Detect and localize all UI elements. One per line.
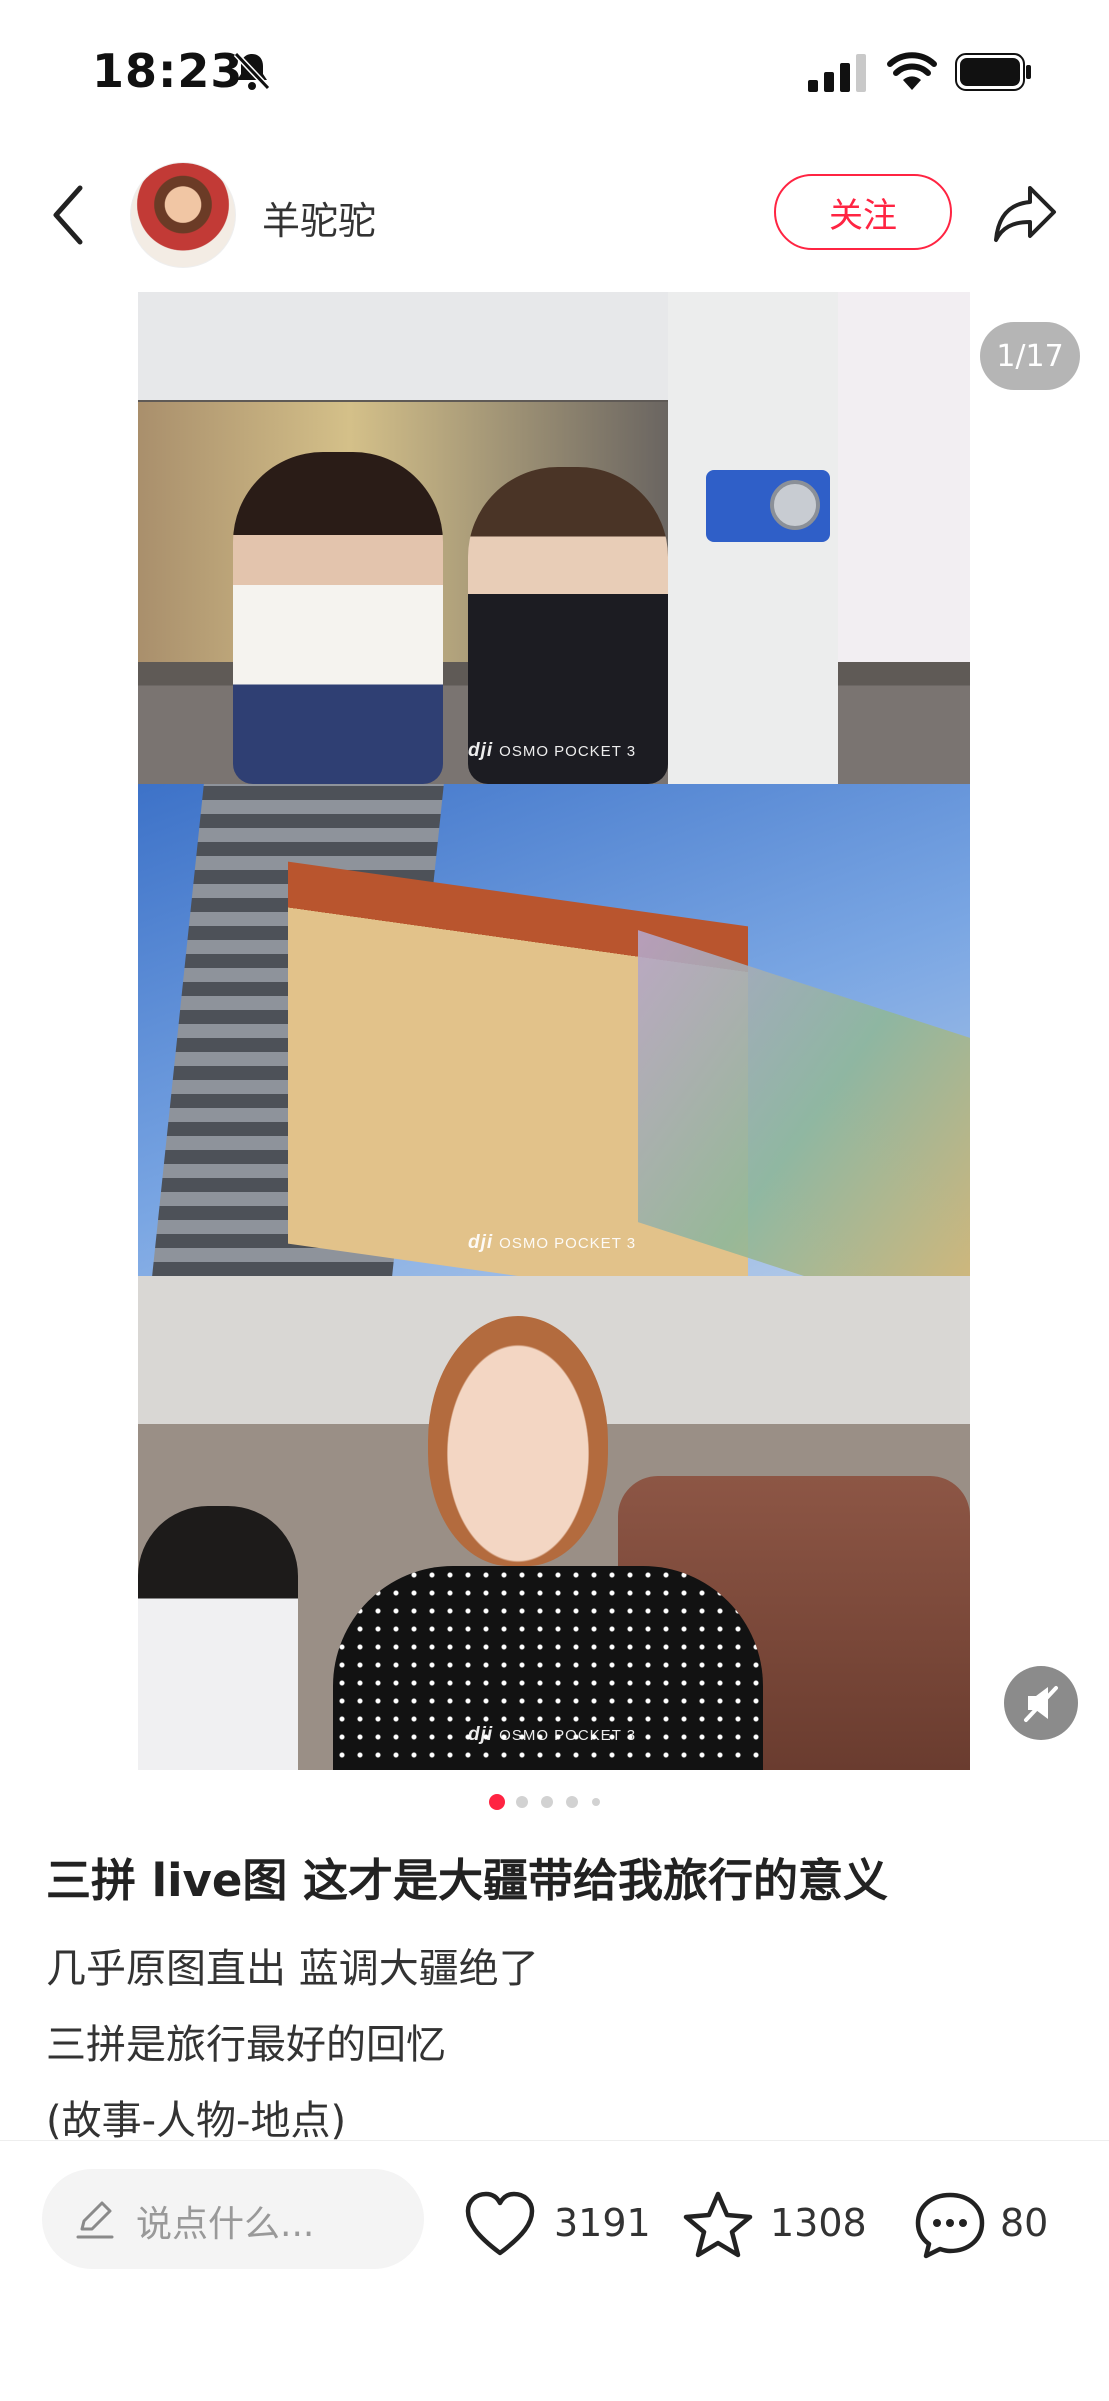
author-name[interactable]: 羊驼驼	[262, 190, 376, 245]
follow-button[interactable]: 关注	[774, 174, 952, 250]
portrait-face	[428, 1316, 608, 1566]
signal-icon	[808, 54, 866, 92]
status-time: 18:23	[92, 44, 244, 98]
share-arrow-icon[interactable]	[990, 182, 1060, 246]
photo-storefront: dji OSMO POCKET 3	[138, 292, 970, 784]
carousel-dot	[516, 1796, 528, 1808]
note-image-carousel[interactable]: dji OSMO POCKET 3 dji OSMO POCKET 3 dji OSM…	[138, 292, 970, 1770]
comment-input[interactable]: 说点什么...	[42, 2169, 424, 2269]
heart-icon	[465, 2191, 535, 2256]
carousel-dot-active	[489, 1794, 505, 1810]
bell-slash-icon	[233, 51, 271, 91]
bottom-action-bar: 说点什么... 3191 1308 80	[0, 2140, 1109, 2401]
carousel-dot	[566, 1796, 578, 1808]
note-header: 羊驼驼 关注	[0, 150, 1109, 280]
passenger-child	[138, 1506, 298, 1770]
mute-button[interactable]	[1004, 1666, 1078, 1740]
shop-sign	[838, 292, 970, 662]
note-description-line: (故事-人物-地点)	[46, 2098, 347, 2144]
person-left	[233, 452, 443, 784]
star-icon	[683, 2191, 753, 2258]
speaker-mute-icon	[1024, 1686, 1058, 1722]
mural-wall	[638, 930, 970, 1276]
person-right	[468, 467, 668, 784]
status-bar: 18:23	[0, 0, 1109, 140]
battery-icon	[955, 53, 1031, 91]
carousel-dot	[541, 1796, 553, 1808]
comment-count: 80	[1000, 2201, 1049, 2245]
wall-camera-prop	[706, 470, 830, 542]
chevron-left-icon[interactable]	[46, 180, 90, 250]
photo-watermark: dji OSMO POCKET 3	[468, 740, 637, 761]
photo-watermark: dji OSMO POCKET 3	[468, 1724, 637, 1745]
photo-street: dji OSMO POCKET 3	[138, 784, 970, 1276]
avatar[interactable]	[130, 162, 236, 268]
note-title: 三拼 live图 这才是大疆带给我旅行的意义	[46, 1854, 889, 1907]
collect-count: 1308	[770, 2201, 867, 2245]
like-count: 3191	[554, 2201, 651, 2245]
comment-bubble-icon	[915, 2192, 985, 2259]
note-description-line: 三拼是旅行最好的回忆	[46, 2022, 446, 2068]
page-counter: 1/17	[980, 322, 1080, 390]
photo-watermark: dji OSMO POCKET 3	[468, 1232, 637, 1253]
photo-bus-portrait: dji OSMO POCKET 3	[138, 1276, 970, 1770]
wifi-icon	[887, 52, 937, 90]
pencil-icon	[76, 2201, 114, 2239]
comment-placeholder: 说点什么...	[136, 2204, 315, 2245]
note-description-line: 几乎原图直出 蓝调大疆绝了	[46, 1946, 539, 1992]
carousel-dots	[0, 1794, 1109, 1810]
carousel-dot	[592, 1798, 600, 1806]
